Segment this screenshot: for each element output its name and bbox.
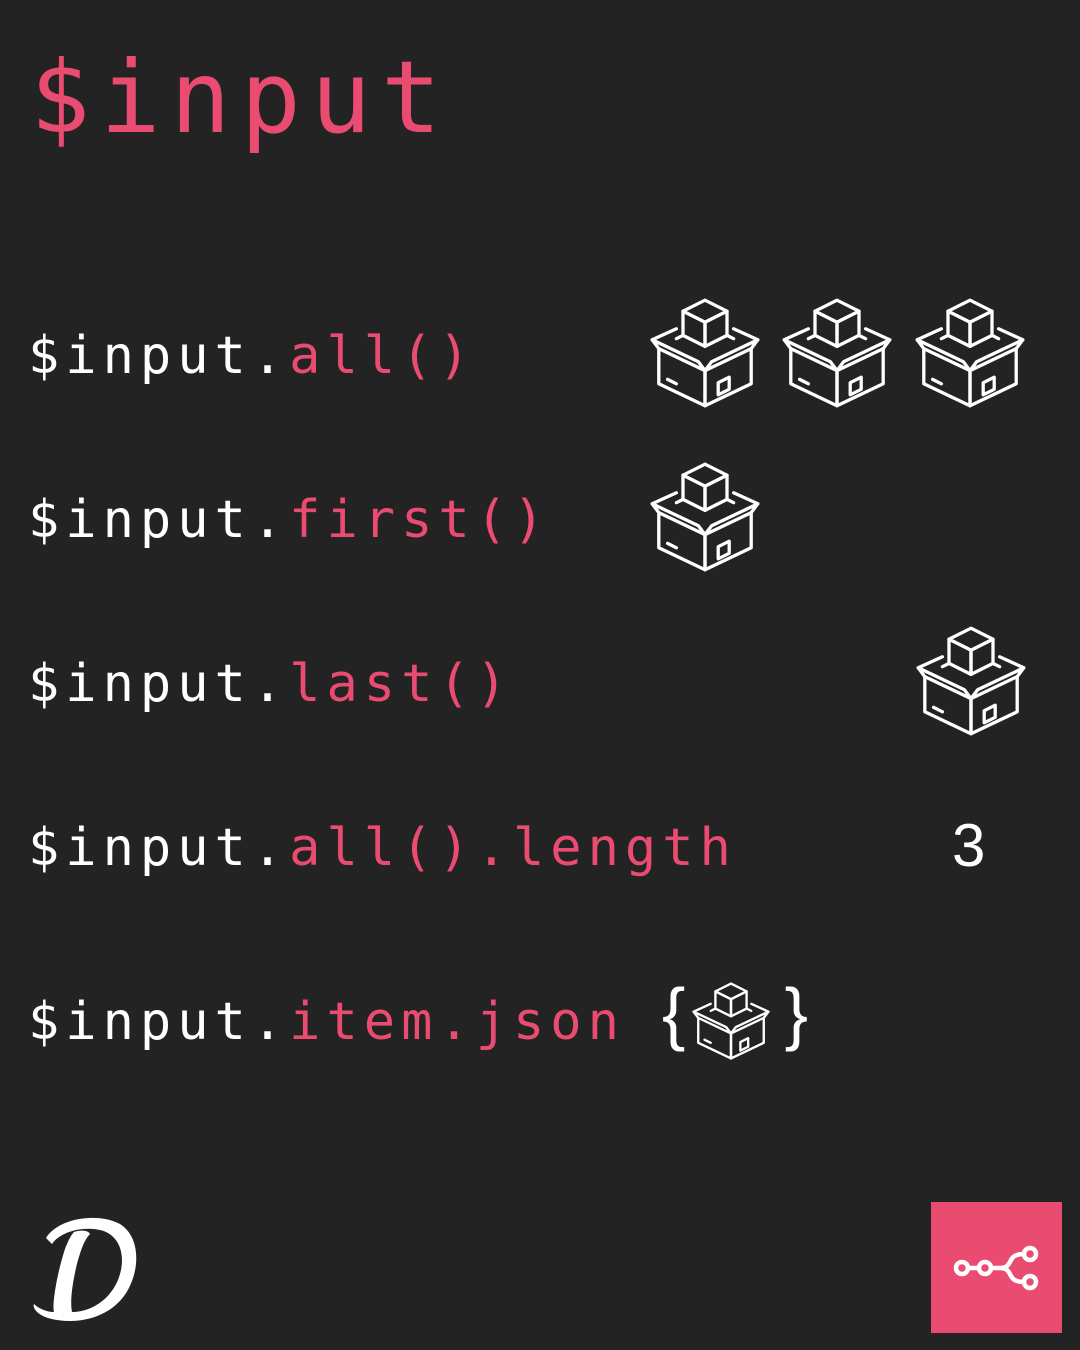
row-first: $input.first() xyxy=(28,494,550,546)
page-title: $input xyxy=(30,39,452,156)
package-box-icon xyxy=(915,298,1025,408)
row-last: $input.last() xyxy=(28,658,513,710)
row-length: $input.all().length xyxy=(28,822,737,874)
n8n-logo-icon xyxy=(931,1202,1062,1333)
package-box-icon xyxy=(692,982,770,1060)
input-prefix: $input. xyxy=(28,490,290,550)
method-first: first() xyxy=(289,490,551,550)
row-all: $input.all() xyxy=(28,330,476,382)
method-all-length: all().length xyxy=(289,818,737,878)
d-logo-icon xyxy=(28,1208,140,1326)
length-result: 3 xyxy=(952,812,986,879)
input-prefix: $input. xyxy=(28,654,290,714)
json-item-group: { } xyxy=(660,978,810,1062)
input-prefix: $input. xyxy=(28,992,290,1052)
package-box-icon xyxy=(650,298,760,408)
package-box-icon xyxy=(650,462,760,572)
open-brace: { xyxy=(662,974,686,1052)
package-box-icon xyxy=(916,626,1026,736)
input-prefix: $input. xyxy=(28,326,290,386)
close-brace: } xyxy=(784,974,808,1052)
method-last: last() xyxy=(289,654,513,714)
method-item-json: item.json xyxy=(289,992,625,1052)
method-all: all() xyxy=(289,326,476,386)
package-box-icon xyxy=(782,298,892,408)
input-prefix: $input. xyxy=(28,818,290,878)
row-item-json: $input.item.json xyxy=(28,996,625,1048)
